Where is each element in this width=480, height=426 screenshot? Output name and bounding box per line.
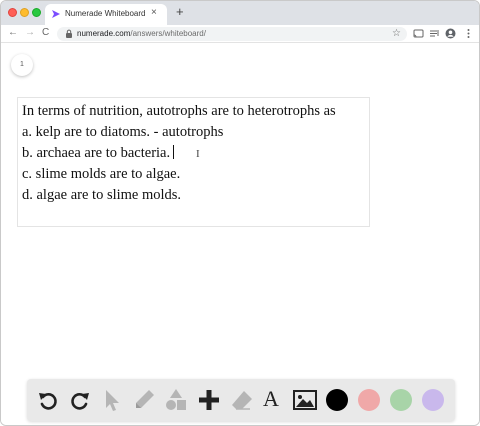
eraser-icon	[232, 391, 252, 410]
tab-close-icon[interactable]: ×	[151, 7, 157, 19]
ibeam-cursor-icon: I	[196, 148, 200, 160]
close-window-button[interactable]	[8, 8, 17, 17]
browser-window: Numerade Whiteboard × + ← → C numerade.c…	[0, 0, 480, 426]
add-button[interactable]	[197, 388, 221, 412]
color-swatch-red[interactable]	[358, 389, 380, 411]
text-caret	[173, 145, 175, 159]
lock-icon	[66, 29, 72, 38]
shapes-icon	[166, 389, 186, 410]
reading-list-icon[interactable]	[429, 28, 440, 39]
image-tool-button[interactable]	[293, 388, 317, 412]
pen-tool-button[interactable]	[132, 388, 156, 412]
undo-icon	[39, 393, 57, 410]
profile-avatar-icon[interactable]	[445, 28, 456, 39]
color-swatch-green[interactable]	[390, 389, 412, 411]
option-b-text: b. archaea are to bacteria.	[22, 145, 171, 161]
reload-button[interactable]: C	[42, 26, 49, 40]
tool-palette: A	[27, 379, 455, 421]
tab-numerade-whiteboard[interactable]: Numerade Whiteboard ×	[45, 4, 167, 25]
maximize-window-button[interactable]	[32, 8, 41, 17]
option-a: a. kelp are to diatoms. - autotrophs	[22, 124, 224, 140]
option-c: c. slime molds are to algae.	[22, 166, 181, 182]
plus-icon	[199, 390, 219, 410]
color-swatch-black[interactable]	[326, 389, 348, 411]
address-bar[interactable]: numerade.com/answers/whiteboard/ ☆	[57, 27, 407, 41]
select-pointer-icon	[106, 390, 119, 411]
whiteboard-page[interactable]: 1 In terms of nutrition, autotrophs are …	[1, 44, 479, 425]
redo-button[interactable]	[68, 388, 92, 412]
forward-button[interactable]: →	[25, 26, 35, 40]
color-swatch-purple[interactable]	[422, 389, 444, 411]
text-tool-button[interactable]: A	[263, 386, 279, 412]
page-number-badge[interactable]: 1	[11, 54, 33, 76]
tab-bar: Numerade Whiteboard × +	[1, 1, 479, 25]
more-menu-icon[interactable]	[463, 28, 474, 39]
eraser-tool-button[interactable]	[230, 388, 254, 412]
pen-icon	[136, 390, 154, 408]
url-path: /answers/whiteboard/	[130, 29, 206, 38]
minimize-window-button[interactable]	[20, 8, 29, 17]
option-b: b. archaea are to bacteria.	[22, 144, 175, 162]
select-tool-button[interactable]	[100, 388, 124, 412]
tab-title: Numerade Whiteboard	[65, 9, 146, 18]
url-host: numerade.com	[77, 29, 131, 38]
url-text: numerade.com/answers/whiteboard/	[77, 29, 206, 38]
new-tab-button[interactable]: +	[176, 5, 184, 19]
image-icon	[293, 390, 317, 410]
redo-icon	[71, 393, 89, 410]
question-text-box[interactable]: In terms of nutrition, autotrophs are to…	[17, 97, 370, 227]
cast-icon[interactable]	[413, 28, 424, 39]
question-stem: In terms of nutrition, autotrophs are to…	[22, 103, 336, 119]
option-d: d. algae are to slime molds.	[22, 187, 182, 203]
back-button[interactable]: ←	[8, 26, 18, 40]
undo-button[interactable]	[36, 388, 60, 412]
browser-toolbar: ← → C numerade.com/answers/whiteboard/ ☆	[1, 25, 479, 43]
numerade-favicon-icon	[52, 10, 60, 18]
bookmark-star-icon[interactable]: ☆	[392, 27, 401, 40]
shapes-tool-button[interactable]	[164, 388, 188, 412]
